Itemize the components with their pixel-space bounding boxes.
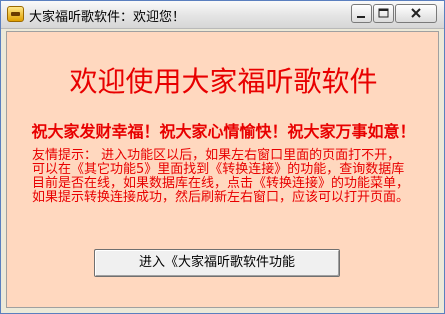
blessing-text: 祝大家发财幸福！祝大家心情愉快！祝大家万事如意！: [31, 122, 416, 141]
maximize-button[interactable]: [373, 4, 394, 23]
welcome-headline: 欢迎使用大家福听歌软件: [69, 65, 378, 98]
enter-function-button[interactable]: 进入《大家福听歌软件功能: [94, 249, 340, 277]
maximize-icon: [378, 8, 389, 18]
close-icon: [411, 8, 421, 18]
close-button[interactable]: [395, 4, 437, 23]
main-panel: 欢迎使用大家福听歌软件 祝大家发财幸福！祝大家心情愉快！祝大家万事如意！ 友情提…: [6, 31, 439, 308]
friendly-tip: 友情提示： 进入功能区以后，如果左右窗口里面的页面打不开，可以在《其它功能5》里…: [32, 148, 410, 205]
minimize-icon: [357, 16, 365, 18]
minimize-button[interactable]: [351, 4, 372, 23]
app-icon[interactable]: [7, 6, 24, 22]
app-window: 大家福听歌软件：欢迎您！ 欢迎使用大家福听歌软件 祝大家发财幸福！祝大家心情愉快…: [0, 0, 445, 314]
window-title: 大家福听歌软件：欢迎您！: [29, 10, 186, 25]
title-bar[interactable]: 大家福听歌软件：欢迎您！: [1, 1, 444, 29]
